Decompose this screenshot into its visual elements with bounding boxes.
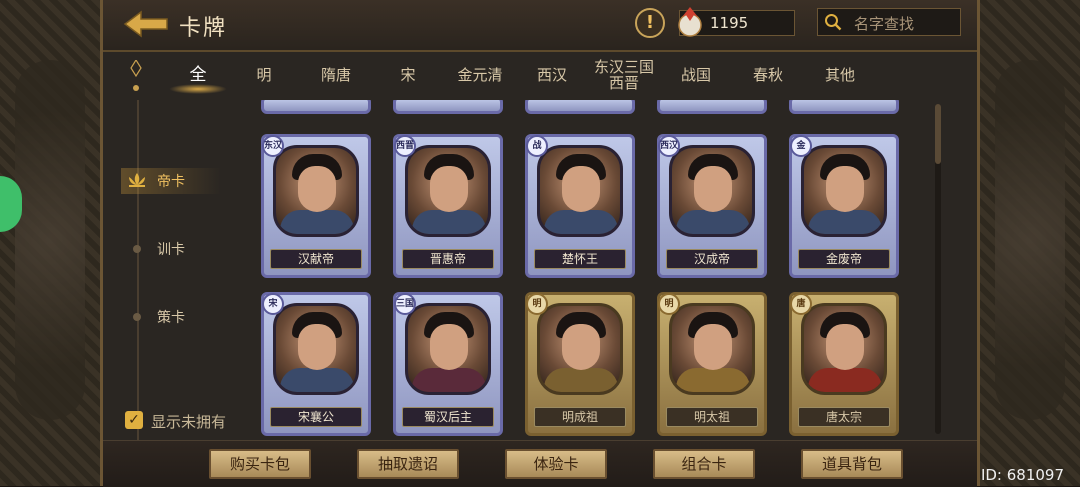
page-title: 卡牌 [179,16,228,41]
phoenix-coin-icon [678,7,702,37]
card-partial[interactable] [261,100,371,114]
back-button[interactable] [123,10,169,38]
card-chu-huaiwang[interactable]: 战 楚怀王 [525,134,635,278]
dynasty-badge: 东汉 [262,135,284,157]
card-name: 蜀汉后主 [402,407,494,427]
tab-spring-autumn[interactable]: 春秋 [733,52,803,98]
back-arrow-icon [123,10,168,38]
buy-card-pack-button[interactable]: 购买卡包 [209,449,311,479]
card-tang-taizong[interactable]: 唐 唐太宗 [789,292,899,436]
card-song-xianggong[interactable]: 宋 宋襄公 [261,292,371,436]
card-name: 明太祖 [666,407,758,427]
card-han-chengdi[interactable]: 西汉 汉成帝 [657,134,767,278]
tab-warring-states[interactable]: 战国 [661,52,731,98]
trial-card-button[interactable]: 体验卡 [505,449,607,479]
nav-strategy-cards[interactable]: 策卡 [121,304,221,330]
right-dragon-border [980,0,1080,486]
card-name: 宋襄公 [270,407,362,427]
card-name: 金废帝 [798,249,890,269]
card-partial[interactable] [657,100,767,114]
checkbox-checked-icon: ✓ [125,411,143,429]
nav-dot-icon [133,245,141,253]
dynasty-badge: 西晋 [394,135,416,157]
nav-divider-line [137,100,139,440]
card-name: 汉献帝 [270,249,362,269]
nav-dot-icon [133,313,141,321]
portrait [405,303,491,395]
dynasty-badge: 明 [526,293,548,315]
currency-display: 1195 [678,7,795,37]
footer-bar: 购买卡包 抽取遗诏 体验卡 组合卡 道具背包 [103,440,977,487]
tab-jin-yuan-qing[interactable]: 金元清 [445,52,515,98]
nav-training-label: 训卡 [157,242,185,258]
dynasty-tabs: 全 明 隋唐 宋 金元清 西汉 东汉三国西晋 战国 春秋 其他 [163,52,973,98]
dynasty-badge: 战 [526,135,548,157]
card-jin-huidi[interactable]: 西晋 晋惠帝 [393,134,503,278]
card-grid: 东汉 汉献帝 西晋 晋惠帝 战 楚怀王 西汉 汉成帝 金 金废帝 宋 宋襄公 三… [253,100,943,438]
portrait [537,303,623,395]
portrait [273,303,359,395]
tab-western-han[interactable]: 西汉 [517,52,587,98]
tab-eastern-han-three-kingdoms-western-jin[interactable]: 东汉三国西晋 [589,52,659,98]
left-dragon-border [0,0,100,486]
portrait [801,303,887,395]
card-partial[interactable] [393,100,503,114]
header-bar: 卡牌 ! 1195 名字查找 [103,0,977,52]
card-partial[interactable] [789,100,899,114]
portrait [801,145,887,237]
dynasty-badge: 西汉 [658,135,680,157]
nav-strategy-label: 策卡 [157,310,185,326]
card-name: 明成祖 [534,407,626,427]
card-type-nav: 帝卡 训卡 策卡 [103,100,253,440]
tabs-ornament-icon [130,60,142,91]
portrait [273,145,359,237]
card-panel: 卡牌 ! 1195 名字查找 全 明 隋唐 宋 金元清 西汉 东汉三国西晋 战国 [100,0,980,487]
portrait [537,145,623,237]
dynasty-badge: 宋 [262,293,284,315]
search-icon [825,14,842,31]
search-input[interactable]: 名字查找 [817,8,961,36]
portrait [669,145,755,237]
card-ming-taizu[interactable]: 明 明太祖 [657,292,767,436]
draw-edict-button[interactable]: 抽取遗诏 [357,449,459,479]
lotus-icon [129,173,145,187]
combo-card-button[interactable]: 组合卡 [653,449,755,479]
dynasty-badge: 明 [658,293,680,315]
card-name: 楚怀王 [534,249,626,269]
player-id: ID: 681097 [980,466,1064,484]
dynasty-badge: 三国 [394,293,416,315]
portrait [669,303,755,395]
nav-emperor-cards[interactable]: 帝卡 [121,168,221,194]
tab-sui-tang[interactable]: 隋唐 [301,52,371,98]
card-name: 汉成帝 [666,249,758,269]
dynasty-badge: 金 [790,135,812,157]
nav-training-cards[interactable]: 训卡 [121,236,221,262]
portrait [405,145,491,237]
dynasty-badge: 唐 [790,293,812,315]
search-placeholder: 名字查找 [854,15,915,33]
tab-other[interactable]: 其他 [805,52,875,98]
tab-song[interactable]: 宋 [373,52,443,98]
nav-emperor-label: 帝卡 [157,174,185,190]
card-name: 唐太宗 [798,407,890,427]
tab-ming[interactable]: 明 [229,52,299,98]
card-han-xiandi[interactable]: 东汉 汉献帝 [261,134,371,278]
item-bag-button[interactable]: 道具背包 [801,449,903,479]
card-name: 晋惠帝 [402,249,494,269]
card-partial[interactable] [525,100,635,114]
card-jin-feidi[interactable]: 金 金废帝 [789,134,899,278]
scrollbar[interactable] [935,104,941,434]
tab-all[interactable]: 全 [163,52,233,98]
currency-value: 1195 [710,14,749,32]
exclamation-icon[interactable]: ! [635,8,665,38]
card-shuhan-houzhu[interactable]: 三国 蜀汉后主 [393,292,503,436]
scrollbar-thumb[interactable] [935,104,941,164]
show-unowned-label: 显示未拥有 [151,413,227,431]
card-ming-chengzu[interactable]: 明 明成祖 [525,292,635,436]
